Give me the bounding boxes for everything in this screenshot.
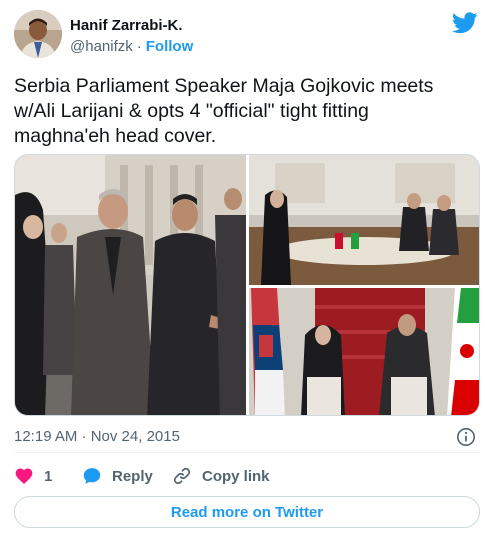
copy-link-button[interactable]: Copy link xyxy=(172,465,270,487)
follow-link[interactable]: Follow xyxy=(146,38,194,55)
like-button[interactable]: 1 xyxy=(14,465,52,487)
photo-meeting-room[interactable] xyxy=(249,155,480,285)
read-more-button[interactable]: Read more on Twitter xyxy=(14,496,480,528)
tweet-header: Hanif Zarrabi-K. @hanifzk · Follow xyxy=(14,10,480,62)
avatar-photo xyxy=(14,10,62,58)
reply-button[interactable]: Reply xyxy=(82,465,153,487)
divider xyxy=(14,452,480,453)
tweet-actions: 1 Reply Copy link xyxy=(14,465,480,489)
photo-press-podium[interactable] xyxy=(249,288,480,416)
reply-label: Reply xyxy=(112,467,153,485)
copy-link-label: Copy link xyxy=(202,467,270,485)
twitter-bird-icon[interactable] xyxy=(452,12,478,34)
separator-dot: · xyxy=(136,38,142,55)
tweet-timestamp[interactable]: 12:19 AM · Nov 24, 2015 xyxy=(14,428,180,445)
avatar[interactable] xyxy=(14,10,62,58)
heart-icon xyxy=(15,468,33,484)
tweet-meta: 12:19 AM · Nov 24, 2015 xyxy=(14,427,480,447)
like-count: 1 xyxy=(44,467,53,485)
author-name[interactable]: Hanif Zarrabi-K. xyxy=(70,16,193,36)
tweet-text: Serbia Parliament Speaker Maja Gojkovic … xyxy=(14,75,434,147)
photo-street-meeting[interactable] xyxy=(15,155,246,416)
reply-bubble-icon xyxy=(83,468,101,484)
author-handle[interactable]: @hanifzk xyxy=(70,38,133,55)
info-icon[interactable] xyxy=(456,427,476,447)
tweet-media[interactable] xyxy=(14,154,480,416)
link-icon xyxy=(173,467,191,485)
